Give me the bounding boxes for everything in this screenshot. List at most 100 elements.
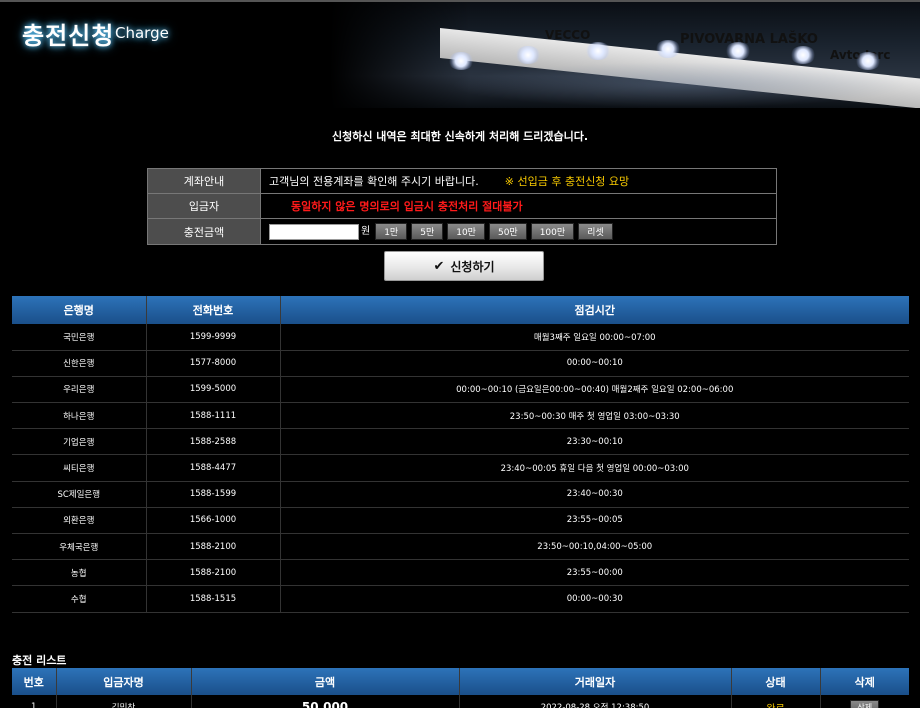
status-badge: 완료 bbox=[730, 695, 820, 708]
amount-label: 충전금액 bbox=[148, 219, 261, 244]
page-subtitle: Charge bbox=[115, 24, 169, 42]
header-banner: VECCO PIVOVARNA LAŠKO Avto Jarc 충전신청 Cha… bbox=[0, 2, 920, 108]
table-row: 수협 1588-1515 00:00~00:30 bbox=[12, 585, 909, 613]
bank-name: 씨티은행 bbox=[12, 454, 146, 482]
depositor-value: 동일하지 않은 명의로의 입금시 충전처리 절대불가 bbox=[261, 194, 776, 218]
table-row: 농협 1588-2100 23:55~00:00 bbox=[12, 559, 909, 587]
maintenance-time: 23:30~00:10 bbox=[279, 428, 909, 456]
light-glow bbox=[450, 62, 910, 108]
quick-amount-10k-button[interactable]: 1만 bbox=[375, 223, 408, 240]
maintenance-time: 23:50~00:30 매주 첫 영업일 03:00~03:30 bbox=[279, 402, 909, 430]
ad-board-2: PIVOVARNA LAŠKO bbox=[680, 32, 818, 47]
table-row: 우리은행 1599-5000 00:00~00:10 (금요일은00:00~00:4… bbox=[12, 376, 909, 404]
maintenance-time: 00:00~00:10 (금요일은00:00~00:40) 매월2째주 일요일 … bbox=[279, 376, 909, 404]
bank-name: 우체국은행 bbox=[12, 533, 146, 561]
account-label: 계좌안내 bbox=[148, 169, 261, 193]
depositor-row: 입금자 동일하지 않은 명의로의 입금시 충전처리 절대불가 bbox=[148, 194, 776, 219]
table-header-row: 번호 입금자명 금액 거래일자 상태 삭제 bbox=[12, 668, 909, 695]
bank-phone: 1566-1000 bbox=[145, 507, 280, 535]
table-row: 하나은행 1588-1111 23:50~00:30 매주 첫 영업일 03:00~… bbox=[12, 402, 909, 430]
charge-amount: 50,000 bbox=[190, 695, 459, 708]
floodlight bbox=[448, 52, 474, 70]
column-header: 은행명 bbox=[12, 296, 146, 324]
charge-form: 계좌안내 고객님의 전용계좌를 확인해 주시기 바랍니다. ※ 선입금 후 충전… bbox=[147, 168, 777, 245]
maintenance-time: 매월3째주 일요일 00:00~07:00 bbox=[279, 324, 909, 351]
maintenance-time: 23:40~00:05 휴일 다음 첫 영업일 00:00~03:00 bbox=[279, 454, 909, 482]
column-header: 상태 bbox=[730, 668, 820, 695]
charge-list-table: 번호 입금자명 금액 거래일자 상태 삭제 1 김민찬 50,000 2022-… bbox=[12, 668, 909, 708]
maintenance-time: 23:50~00:10,04:00~05:00 bbox=[279, 533, 909, 561]
column-header: 삭제 bbox=[819, 668, 909, 695]
maintenance-time: 23:55~00:05 bbox=[279, 507, 909, 535]
quick-amount-500k-button[interactable]: 50만 bbox=[488, 223, 527, 240]
depositor-name: 김민찬 bbox=[55, 695, 191, 708]
bank-phone: 1599-9999 bbox=[145, 324, 280, 351]
account-value: 고객님의 전용계좌를 확인해 주시기 바랍니다. ※ 선입금 후 충전신청 요망 bbox=[261, 169, 776, 193]
maintenance-time: 23:55~00:00 bbox=[279, 559, 909, 587]
delete-button[interactable]: 삭제 bbox=[850, 699, 880, 708]
table-row: 우체국은행 1588-2100 23:50~00:10,04:00~05:00 bbox=[12, 533, 909, 561]
table-row: 국민은행 1599-9999 매월3째주 일요일 00:00~07:00 bbox=[12, 324, 909, 351]
quick-amount-1m-button[interactable]: 100만 bbox=[530, 223, 575, 240]
floodlight bbox=[655, 40, 681, 58]
maintenance-time: 00:00~00:10 bbox=[279, 350, 909, 377]
quick-amount-100k-button[interactable]: 10만 bbox=[447, 223, 485, 240]
account-text: 고객님의 전용계좌를 확인해 주시기 바랍니다. bbox=[269, 175, 479, 188]
reset-button[interactable]: 리셋 bbox=[578, 223, 613, 240]
maintenance-time: 00:00~00:30 bbox=[279, 585, 909, 613]
column-header: 입금자명 bbox=[55, 668, 191, 695]
bank-name: 국민은행 bbox=[12, 324, 146, 351]
bank-phone: 1588-2100 bbox=[145, 559, 280, 587]
submit-button[interactable]: ✔ 신청하기 bbox=[384, 251, 544, 281]
depositor-label: 입금자 bbox=[148, 194, 261, 218]
bank-phone: 1599-5000 bbox=[145, 376, 280, 404]
column-header: 번호 bbox=[12, 668, 56, 695]
bank-phone: 1588-2588 bbox=[145, 428, 280, 456]
account-row: 계좌안내 고객님의 전용계좌를 확인해 주시기 바랍니다. ※ 선입금 후 충전… bbox=[148, 169, 776, 194]
bank-name: 수협 bbox=[12, 585, 146, 613]
transaction-date: 2022-08-28 오전 12:38:50 bbox=[458, 695, 731, 708]
column-header: 거래일자 bbox=[458, 668, 731, 695]
bank-name: 외환은행 bbox=[12, 507, 146, 535]
bank-name: SC제일은행 bbox=[12, 481, 146, 508]
floodlight bbox=[585, 42, 611, 60]
floodlight bbox=[790, 46, 816, 64]
processing-notice: 신청하신 내역은 최대한 신속하게 처리해 드리겠습니다. bbox=[331, 130, 589, 143]
quick-amount-50k-button[interactable]: 5만 bbox=[411, 223, 444, 240]
bank-phone: 1577-8000 bbox=[145, 350, 280, 377]
bank-phone: 1588-1515 bbox=[145, 585, 280, 613]
bank-phone: 1588-2100 bbox=[145, 533, 280, 561]
column-header: 점검시간 bbox=[279, 296, 909, 324]
table-row: 신한은행 1577-8000 00:00~00:10 bbox=[12, 350, 909, 377]
bank-phone: 1588-4477 bbox=[145, 454, 280, 482]
stadium-banner-image: VECCO PIVOVARNA LAŠKO Avto Jarc bbox=[330, 2, 920, 108]
maintenance-time: 23:40~00:30 bbox=[279, 481, 909, 508]
prepay-warning: ※ 선입금 후 충전신청 요망 bbox=[504, 175, 630, 188]
bank-phone: 1588-1599 bbox=[145, 481, 280, 508]
ad-board-1: VECCO bbox=[545, 28, 591, 42]
floodlight bbox=[515, 46, 541, 64]
column-header: 전화번호 bbox=[145, 296, 280, 324]
bank-phone: 1588-1111 bbox=[145, 402, 280, 430]
bank-name: 우리은행 bbox=[12, 376, 146, 404]
amount-input[interactable] bbox=[269, 223, 359, 240]
row-number: 1 bbox=[31, 702, 37, 708]
check-icon: ✔ bbox=[433, 258, 445, 274]
bank-name: 신한은행 bbox=[12, 350, 146, 377]
column-header: 금액 bbox=[190, 668, 459, 695]
table-row: 외환은행 1566-1000 23:55~00:05 bbox=[12, 507, 909, 535]
table-row: SC제일은행 1588-1599 23:40~00:30 bbox=[12, 481, 909, 508]
table-row: 씨티은행 1588-4477 23:40~00:05 휴일 다음 첫 영업일 00:… bbox=[12, 454, 909, 482]
delete-cell: 삭제 bbox=[819, 695, 909, 708]
name-mismatch-warning: 동일하지 않은 명의로의 입금시 충전처리 절대불가 bbox=[291, 200, 523, 213]
floodlight bbox=[725, 42, 751, 60]
floodlight bbox=[855, 52, 881, 70]
page-title: 충전신청 bbox=[22, 22, 115, 50]
bank-name: 기업은행 bbox=[12, 428, 146, 456]
charge-list-title: 충전 리스트 bbox=[12, 654, 67, 667]
amount-value: 원 1만 5만 10만 50만 100만 리셋 bbox=[261, 219, 776, 244]
bank-maintenance-table: 은행명 전화번호 점검시간 국민은행 1599-9999 매월3째주 일요일 00:… bbox=[12, 296, 909, 613]
bank-name: 농협 bbox=[12, 559, 146, 587]
currency-unit: 원 bbox=[361, 226, 371, 237]
bank-name: 하나은행 bbox=[12, 402, 146, 430]
